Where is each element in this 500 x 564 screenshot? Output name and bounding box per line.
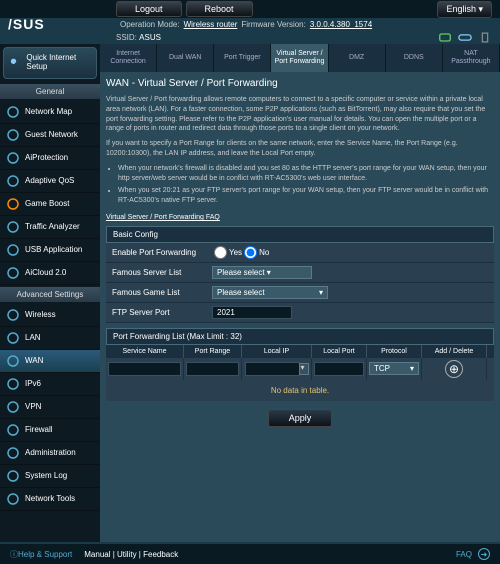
tab[interactable]: Virtual Server / Port Forwarding [271, 44, 328, 72]
sidebar-item[interactable]: WAN [0, 350, 100, 373]
sidebar-icon [6, 354, 20, 368]
ip-dropdown-icon[interactable] [299, 363, 309, 375]
tab[interactable]: NAT Passthrough [443, 44, 500, 72]
port-range-input[interactable] [186, 362, 239, 376]
sidebar-icon [6, 492, 20, 506]
sidebar-icon [6, 446, 20, 460]
help-link[interactable]: Help & Support [18, 550, 72, 559]
column-header: Add / Delete [422, 345, 487, 358]
section-general: General [0, 84, 100, 99]
sidebar-item[interactable]: Administration [0, 442, 100, 465]
sidebar-item[interactable]: Adaptive QoS [0, 170, 100, 193]
game-list-label: Famous Game List [112, 288, 212, 297]
enable-yes-radio[interactable] [214, 246, 227, 259]
server-list-label: Famous Server List [112, 268, 212, 277]
sidebar-item[interactable]: AiProtection [0, 147, 100, 170]
sidebar-item[interactable]: Network Map [0, 101, 100, 124]
game-list-select[interactable]: Please select▾ [212, 286, 328, 299]
usb-icon[interactable] [478, 32, 492, 43]
faq-link[interactable]: Virtual Server / Port Forwarding FAQ [106, 214, 220, 221]
column-header: Protocol [367, 345, 422, 358]
sidebar-item[interactable]: Firewall [0, 419, 100, 442]
column-header: Service Name [106, 345, 184, 358]
gamepad-icon[interactable] [458, 32, 472, 43]
sidebar-item[interactable]: USB Application [0, 239, 100, 262]
sidebar-item[interactable]: LAN [0, 327, 100, 350]
page-title: WAN - Virtual Server / Port Forwarding [106, 78, 494, 89]
service-name-input[interactable] [108, 362, 181, 376]
ftp-port-input[interactable] [212, 306, 292, 319]
note-2: When you set 20:21 as your FTP server's … [118, 186, 494, 206]
logout-button[interactable]: Logout [116, 1, 182, 17]
add-button[interactable]: ⊕ [445, 360, 463, 378]
column-header: Local Port [312, 345, 367, 358]
faq-footer[interactable]: FAQ [456, 550, 472, 559]
sidebar-icon [6, 174, 20, 188]
brand-logo: /SUS [8, 16, 45, 32]
sidebar-item[interactable]: VPN [0, 396, 100, 419]
sidebar-icon [6, 243, 20, 257]
wrench-icon [8, 55, 22, 71]
sidebar-icon [6, 266, 20, 280]
app-icon[interactable] [438, 32, 452, 43]
fw-link[interactable]: 3.0.0.4.380_1574 [310, 20, 372, 29]
sidebar-icon [6, 220, 20, 234]
local-port-input[interactable] [314, 362, 364, 376]
tab[interactable]: DDNS [386, 44, 443, 72]
sidebar-item[interactable]: Wireless [0, 304, 100, 327]
quick-internet-setup[interactable]: Quick Internet Setup [3, 47, 97, 79]
desc-2: If you want to specify a Port Range for … [106, 139, 494, 159]
column-header: Local IP [242, 345, 312, 358]
basic-config-header: Basic Config [106, 226, 494, 243]
sidebar-icon [6, 400, 20, 414]
sidebar-icon [6, 423, 20, 437]
desc-1: Virtual Server / Port forwarding allows … [106, 95, 494, 134]
sidebar-item[interactable]: Traffic Analyzer [0, 216, 100, 239]
sidebar-item[interactable]: IPv6 [0, 373, 100, 396]
sidebar-item[interactable]: Network Tools [0, 488, 100, 511]
sidebar-icon [6, 308, 20, 322]
local-ip-input[interactable] [245, 362, 300, 376]
ssid-label: SSID: [116, 33, 137, 42]
ssid-link[interactable]: ASUS [139, 33, 161, 42]
tab[interactable]: Port Trigger [214, 44, 271, 72]
opmode-label: Operation Mode: [120, 20, 180, 29]
footer-links[interactable]: Manual | Utility | Feedback [84, 550, 178, 559]
language-select[interactable]: English ▾ [437, 1, 492, 18]
enable-pf-label: Enable Port Forwarding [112, 248, 212, 257]
sidebar-icon [6, 197, 20, 211]
protocol-select[interactable]: TCP▾ [369, 362, 419, 375]
sidebar-item[interactable]: AiCloud 2.0 [0, 262, 100, 285]
tab[interactable]: Dual WAN [157, 44, 214, 72]
tab[interactable]: DMZ [329, 44, 386, 72]
sidebar-icon [6, 469, 20, 483]
reboot-button[interactable]: Reboot [186, 1, 253, 17]
ftp-port-label: FTP Server Port [112, 308, 212, 317]
section-advanced: Advanced Settings [0, 287, 100, 302]
sidebar-item[interactable]: System Log [0, 465, 100, 488]
tab[interactable]: Internet Connection [100, 44, 157, 72]
sidebar-item[interactable]: Game Boost [0, 193, 100, 216]
column-header: Port Range [184, 345, 242, 358]
sidebar-icon [6, 331, 20, 345]
fw-label: Firmware Version: [241, 20, 305, 29]
note-1: When your network's firewall is disabled… [118, 164, 494, 184]
sidebar-icon [6, 377, 20, 391]
apply-button[interactable]: Apply [268, 409, 333, 427]
server-list-select[interactable]: Please select ▾ [212, 266, 312, 279]
faq-icon[interactable]: ➜ [478, 548, 490, 560]
pf-list-header: Port Forwarding List (Max Limit : 32) [106, 328, 494, 345]
no-data-message: No data in table. [106, 380, 494, 401]
sidebar-item[interactable]: Guest Network [0, 124, 100, 147]
opmode-link[interactable]: Wireless router [184, 20, 238, 29]
enable-no-radio[interactable] [244, 246, 257, 259]
sidebar-icon [6, 105, 20, 119]
sidebar-icon [6, 128, 20, 142]
sidebar-icon [6, 151, 20, 165]
